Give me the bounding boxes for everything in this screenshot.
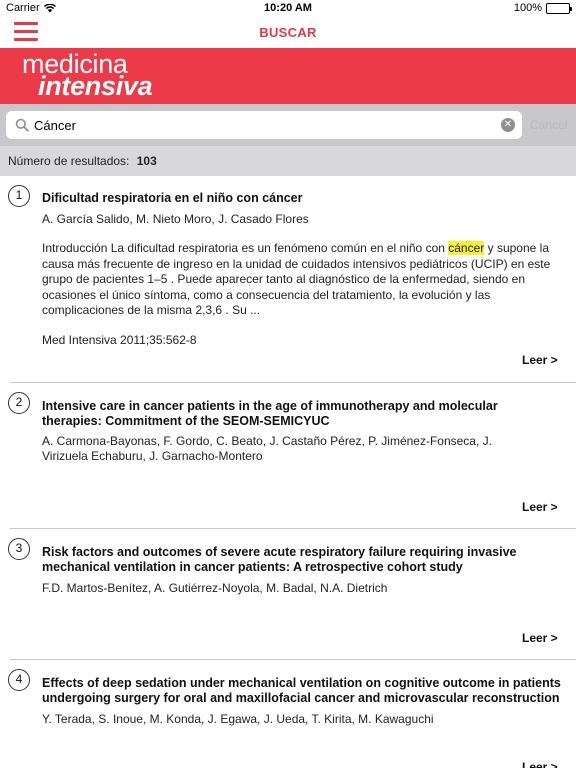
result-authors: F.D. Martos-Benítez, A. Gutiérrez-Noyola…	[42, 581, 388, 595]
search-input[interactable]	[34, 115, 494, 135]
divider	[10, 659, 576, 660]
result-number: 1	[8, 185, 30, 207]
abstract-text: Introducción La dificultad respiratoria …	[42, 241, 449, 255]
brand-banner: medicina intensiva	[0, 48, 576, 104]
search-field[interactable]: ✕	[6, 111, 522, 139]
abstract-highlight: cáncer	[448, 241, 485, 255]
result-authors: A. García Salido, M. Nieto Moro, J. Casa…	[42, 212, 309, 226]
result-number: 4	[8, 669, 30, 691]
result-title[interactable]: Risk factors and outcomes of severe acut…	[42, 545, 522, 575]
battery-percent: 100%	[513, 2, 542, 14]
cancel-button[interactable]: Cancel	[530, 118, 567, 132]
search-bar: ✕ Cancel	[0, 104, 576, 146]
result-title[interactable]: Dificultad respiratoria en el niño con c…	[42, 191, 562, 206]
result-title[interactable]: Intensive care in cancer patients in the…	[42, 399, 512, 429]
read-button[interactable]: Leer >	[522, 353, 558, 367]
read-button[interactable]: Leer >	[522, 760, 558, 768]
status-time: 10:20 AM	[264, 2, 312, 14]
results-count-label: Número de resultados:	[8, 154, 130, 168]
result-number: 3	[8, 538, 30, 560]
result-abstract: Introducción La dificultad respiratoria …	[42, 241, 558, 319]
result-citation: Med Intensiva 2011;35:562-8	[42, 333, 197, 347]
read-button[interactable]: Leer >	[522, 631, 558, 645]
brand-logo: medicina intensiva	[22, 51, 153, 101]
status-bar: Carrier 10:20 AM 100%	[0, 0, 576, 16]
result-number: 2	[8, 392, 30, 414]
result-authors: A. Carmona-Bayonas, F. Gordo, C. Beato, …	[42, 434, 492, 463]
search-icon	[15, 118, 29, 132]
battery-icon	[546, 2, 572, 14]
nav-bar: BUSCAR	[0, 16, 576, 48]
battery-status: 100%	[513, 2, 572, 14]
page-title: BUSCAR	[259, 25, 317, 40]
result-authors: Y. Terada, S. Inoue, M. Konda, J. Egawa,…	[42, 712, 434, 726]
clear-search-icon[interactable]: ✕	[501, 118, 515, 132]
divider	[10, 528, 576, 529]
divider	[10, 382, 576, 383]
result-title[interactable]: Effects of deep sedation under mechanica…	[42, 676, 562, 706]
results-count-value: 103	[136, 154, 157, 168]
results-count-bar: Número de resultados: 103	[0, 146, 576, 176]
read-button[interactable]: Leer >	[522, 500, 558, 514]
brand-logo-line2: intensiva	[38, 71, 153, 101]
